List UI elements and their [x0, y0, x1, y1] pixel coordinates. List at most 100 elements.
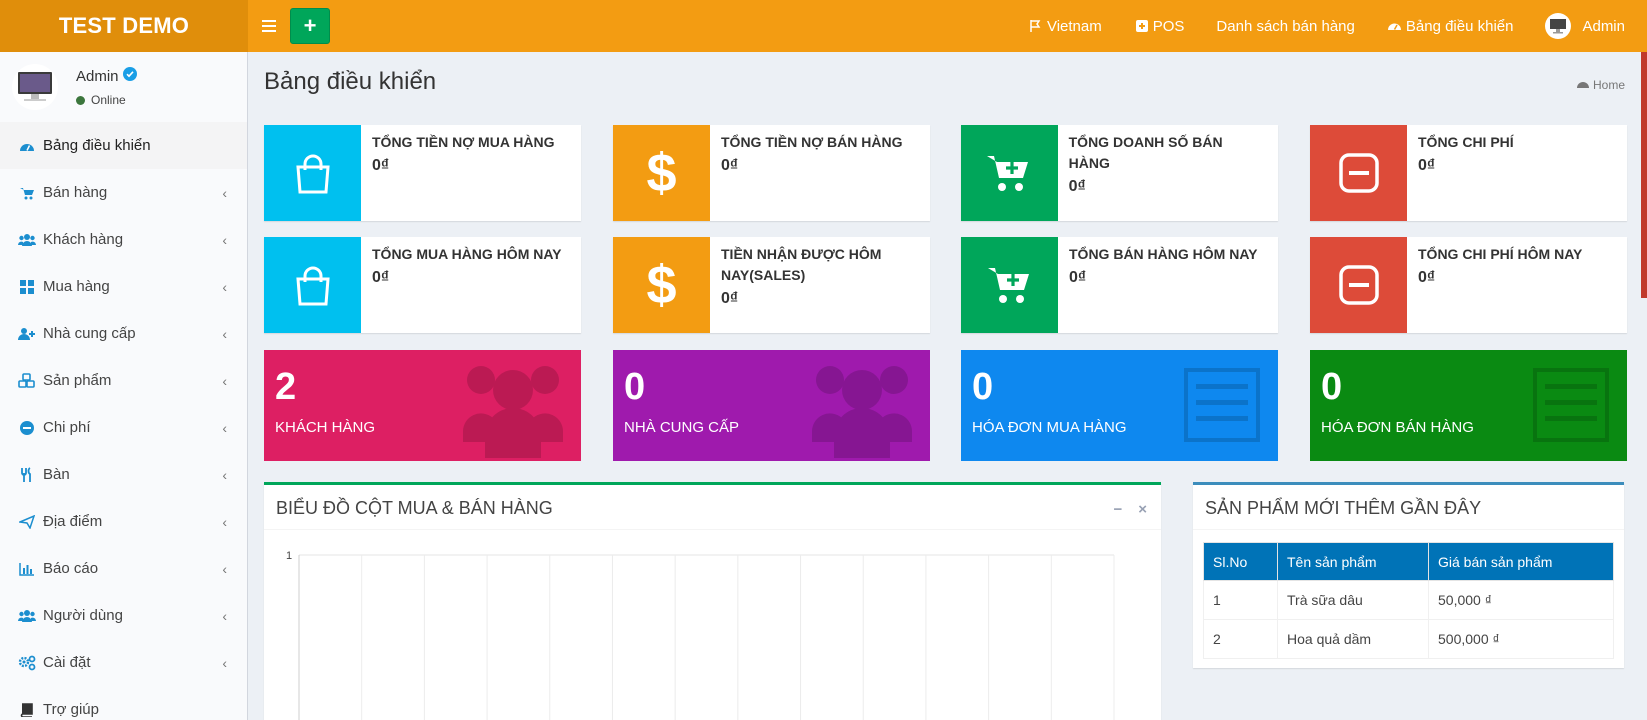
info-box-value: 0₫ [1068, 178, 1086, 195]
sidebar-item-label: Cài đặt [43, 654, 91, 671]
bar-chart: 1 [286, 550, 1115, 720]
chart-box-title: BIỂU ĐỒ CỘT MUA & BÁN HÀNG [276, 498, 553, 518]
cart-plus-icon [961, 125, 1058, 221]
nav-user-label: Admin [1582, 17, 1625, 35]
sidebar-item-expenses[interactable]: Chi phí ‹ [0, 404, 247, 451]
nav-dashboard[interactable]: Bảng điều khiển [1387, 17, 1514, 35]
user-panel: Admin Online [0, 52, 247, 122]
dashboard-icon [1387, 18, 1403, 34]
table-cell: 50,000 ₫ [1428, 580, 1614, 620]
table-cell: 2 [1203, 619, 1278, 659]
sidebar-item-help[interactable]: Trợ giúp [0, 686, 247, 720]
info-box-purchase-today: TỔNG MUA HÀNG HÔM NAY 0₫ [264, 237, 581, 333]
chevron-left-icon: ‹ [222, 513, 227, 530]
cart-icon [18, 184, 36, 202]
sidebar-item-settings[interactable]: Cài đặt ‹ [0, 639, 247, 686]
chevron-left-icon: ‹ [222, 466, 227, 483]
user-plus-icon [18, 325, 36, 343]
table-cell: 1 [1203, 580, 1278, 620]
stat-box-customers[interactable]: 2 KHÁCH HÀNG [264, 350, 581, 461]
sidebar-item-label: Báo cáo [43, 560, 99, 577]
collapse-icon[interactable]: − [1113, 501, 1122, 518]
sidebar-item-label: Người dùng [43, 607, 123, 624]
grid-icon [18, 278, 36, 296]
minus-square-icon [1310, 237, 1407, 333]
app-logo[interactable]: TEST DEMO [0, 0, 248, 52]
chevron-left-icon: ‹ [222, 372, 227, 389]
add-new-button[interactable]: + [290, 8, 330, 44]
sidebar-item-label: Chi phí [43, 419, 91, 436]
sidebar-toggle-button[interactable] [248, 0, 290, 52]
top-navbar: TEST DEMO + Vietnam POS Danh sách bán hà… [0, 0, 1647, 52]
info-box-value: 0₫ [721, 290, 739, 307]
sidebar-item-reports[interactable]: Báo cáo ‹ [0, 545, 247, 592]
column-header: Sl.No [1203, 542, 1278, 581]
info-box-label: TIỀN NHẬN ĐƯỢC HÔM NAY(SALES) [721, 246, 882, 283]
user-name: Admin [76, 67, 119, 85]
send-icon [18, 513, 36, 531]
info-box-expense-today: TỔNG CHI PHÍ HÔM NAY 0₫ [1310, 237, 1627, 333]
sidebar-item-label: Sản phẩm [43, 372, 112, 389]
sidebar-item-sales[interactable]: Bán hàng ‹ [0, 169, 247, 216]
dollar-icon: $ [613, 125, 710, 221]
stat-value: 0 [1321, 366, 1343, 408]
dollar-icon: $ [613, 237, 710, 333]
user-status: Online [91, 93, 126, 107]
stat-box-suppliers[interactable]: 0 NHÀ CUNG CẤP [613, 350, 930, 461]
info-box-label: TỔNG DOANH SỐ BÁN HÀNG [1068, 134, 1223, 171]
chevron-left-icon: ‹ [222, 325, 227, 342]
info-box-total-expense: TỔNG CHI PHÍ 0₫ [1310, 125, 1627, 221]
stat-value: 0 [972, 366, 994, 408]
sidebar-item-products[interactable]: Sản phẩm ‹ [0, 357, 247, 404]
stat-box-purchase-invoices[interactable]: 0 HÓA ĐƠN MUA HÀNG [961, 350, 1278, 461]
sidebar-item-tables[interactable]: Bàn ‹ [0, 451, 247, 498]
info-box-label: TỔNG TIỀN NỢ MUA HÀNG [372, 134, 555, 150]
nav-language[interactable]: Vietnam [1028, 18, 1102, 35]
info-box-label: TỔNG CHI PHÍ [1418, 134, 1514, 150]
info-box-label: TỔNG MUA HÀNG HÔM NAY [372, 246, 562, 262]
stat-label: KHÁCH HÀNG [275, 419, 376, 436]
sidebar-item-users[interactable]: Người dùng ‹ [0, 592, 247, 639]
table-row: 1 Trà sữa dâu 50,000 ₫ [1203, 580, 1614, 620]
page-scrollbar[interactable] [1641, 52, 1647, 298]
chevron-left-icon: ‹ [222, 184, 227, 201]
info-box-value: 0₫ [1418, 157, 1436, 174]
info-box-value: 0₫ [721, 157, 739, 174]
info-box-label: TỔNG BÁN HÀNG HÔM NAY [1069, 246, 1258, 262]
sidebar-item-label: Địa điểm [43, 513, 103, 530]
sidebar-item-label: Bảng điều khiển [43, 137, 151, 154]
chevron-left-icon: ‹ [222, 654, 227, 671]
nav-sales-list[interactable]: Danh sách bán hàng [1216, 18, 1354, 35]
info-box-value: 0₫ [1069, 269, 1087, 286]
info-box-purchase-debt: TỔNG TIỀN NỢ MUA HÀNG 0₫ [264, 125, 581, 221]
info-box-label: TỔNG CHI PHÍ HÔM NAY [1418, 246, 1583, 262]
sidebar-item-label: Mua hàng [43, 278, 110, 295]
users-icon [462, 358, 564, 461]
sidebar-item-suppliers[interactable]: Nhà cung cấp ‹ [0, 310, 247, 357]
info-box-sales-debt: $ TỔNG TIỀN NỢ BÁN HÀNG 0₫ [613, 125, 930, 221]
sidebar-item-label: Nhà cung cấp [43, 325, 136, 342]
users-icon [18, 231, 36, 249]
minus-circle-icon [18, 419, 36, 437]
stat-value: 2 [275, 366, 297, 408]
nav-dashboard-label: Bảng điều khiển [1405, 17, 1514, 35]
chevron-left-icon: ‹ [222, 419, 227, 436]
sidebar-item-dashboard[interactable]: Bảng điều khiển [0, 122, 247, 169]
breadcrumb-home-link[interactable]: Home [1593, 78, 1625, 92]
nav-pos[interactable]: POS [1134, 18, 1184, 35]
close-icon[interactable]: × [1138, 501, 1147, 518]
chevron-left-icon: ‹ [222, 231, 227, 248]
sidebar-item-locations[interactable]: Địa điểm ‹ [0, 498, 247, 545]
stat-box-sales-invoices[interactable]: 0 HÓA ĐƠN BÁN HÀNG [1310, 350, 1627, 461]
recent-products-table: Sl.No Tên sản phẩm Giá bán sản phẩm 1 Tr… [1203, 542, 1614, 659]
cogs-icon [18, 654, 36, 672]
sidebar-item-customers[interactable]: Khách hàng ‹ [0, 216, 247, 263]
main-content: Bảng điều khiển Home TỔNG TIỀN NỢ MUA HÀ… [249, 52, 1647, 720]
nav-sales-list-label: Danh sách bán hàng [1216, 17, 1355, 35]
sidebar: Admin Online Bảng điều khiển Bán hàng ‹ … [0, 52, 248, 720]
book-icon [18, 701, 36, 719]
nav-user-menu[interactable]: Admin [1545, 13, 1625, 39]
info-box-label: TỔNG TIỀN NỢ BÁN HÀNG [721, 134, 903, 150]
list-alt-icon [1184, 368, 1260, 446]
sidebar-item-purchases[interactable]: Mua hàng ‹ [0, 263, 247, 310]
